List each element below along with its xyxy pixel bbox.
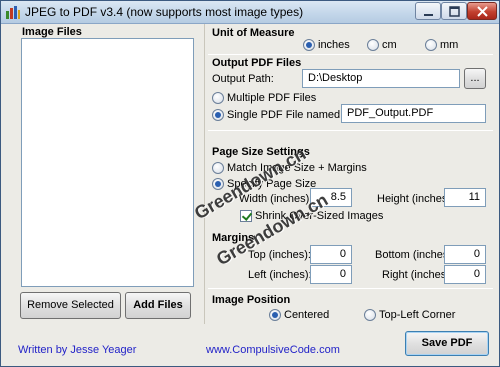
multiple-pdf-radio[interactable]: [212, 92, 224, 104]
margin-bottom-field[interactable]: 0: [444, 245, 486, 264]
app-window: JPEG to PDF v3.4 (now supports most imag…: [0, 0, 500, 367]
maximize-icon: [449, 6, 460, 17]
output-path-label: Output Path:: [212, 73, 274, 85]
position-topleft-radio[interactable]: [364, 309, 376, 321]
output-pdf-header: Output PDF Files: [212, 57, 302, 69]
window-title: JPEG to PDF v3.4 (now supports most imag…: [25, 5, 304, 19]
close-button[interactable]: [467, 2, 497, 20]
margin-right-label: Right (inches):: [382, 269, 453, 281]
section-separator: [208, 54, 493, 55]
single-pdf-label: Single PDF File named:: [227, 109, 344, 121]
unit-inches-radio[interactable]: [303, 39, 315, 51]
unit-cm-radio[interactable]: [367, 39, 379, 51]
minimize-button[interactable]: [415, 2, 441, 20]
margin-left-label: Left (inches):: [248, 269, 312, 281]
multiple-pdf-label: Multiple PDF Files: [227, 92, 317, 104]
section-separator: [208, 130, 493, 131]
height-field[interactable]: 11: [444, 188, 486, 207]
shrink-images-checkbox[interactable]: [240, 210, 252, 222]
image-position-header: Image Position: [212, 294, 291, 306]
unit-inches-label: inches: [318, 39, 350, 51]
website-link[interactable]: www.CompulsiveCode.com: [206, 344, 340, 356]
match-image-size-radio[interactable]: [212, 162, 224, 174]
margin-top-field[interactable]: 0: [310, 245, 352, 264]
position-centered-label: Centered: [284, 309, 330, 321]
height-label: Height (inches):: [377, 193, 455, 205]
margin-top-label: Top (inches):: [248, 249, 311, 261]
margin-right-field[interactable]: 0: [444, 265, 486, 284]
position-centered-radio[interactable]: [269, 309, 281, 321]
image-files-list[interactable]: [21, 38, 194, 287]
single-pdf-filename-field[interactable]: PDF_Output.PDF: [341, 104, 486, 123]
panel-divider: [204, 24, 205, 324]
section-separator: [208, 288, 493, 289]
add-files-button[interactable]: Add Files: [125, 292, 191, 319]
remove-selected-button[interactable]: Remove Selected: [20, 292, 121, 319]
save-pdf-button[interactable]: Save PDF: [405, 331, 489, 356]
close-icon: [477, 6, 488, 17]
browse-button[interactable]: ...: [464, 68, 486, 89]
maximize-button[interactable]: [441, 2, 467, 20]
unit-cm-label: cm: [382, 39, 397, 51]
image-files-header: Image Files: [22, 26, 82, 38]
author-link[interactable]: Written by Jesse Yeager: [18, 344, 136, 356]
position-topleft-label: Top-Left Corner: [379, 309, 456, 321]
margin-left-field[interactable]: 0: [310, 265, 352, 284]
minimize-icon: [424, 14, 433, 16]
title-bar[interactable]: JPEG to PDF v3.4 (now supports most imag…: [1, 1, 499, 24]
unit-mm-radio[interactable]: [425, 39, 437, 51]
app-logo-icon: [5, 5, 21, 20]
unit-mm-label: mm: [440, 39, 459, 51]
single-pdf-radio[interactable]: [212, 109, 224, 121]
output-path-field[interactable]: D:\Desktop: [302, 69, 460, 88]
unit-of-measure-header: Unit of Measure: [212, 27, 295, 39]
